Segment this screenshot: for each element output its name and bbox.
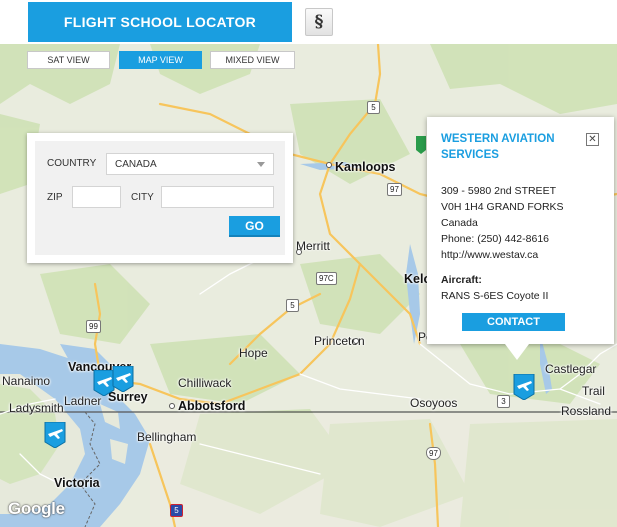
phone: Phone: (250) 442-8616 [441,233,549,245]
go-button[interactable]: GO [229,216,280,237]
search-panel: COUNTRY CANADA ZIP CITY GO [27,133,293,263]
label-ladner: Ladner [64,394,102,408]
city-dot [296,249,302,255]
label-victoria: Victoria [54,476,100,490]
search-panel-inner: COUNTRY CANADA ZIP CITY GO [35,141,285,255]
flight-school-locator-app: FLIGHT SCHOOL LOCATOR § Kamloops Merritt… [0,0,617,527]
zip-input[interactable] [72,186,121,208]
label-chilliwack: Chilliwack [178,376,232,390]
label-osoyoos: Osoyoos [410,396,458,410]
city-input[interactable] [161,186,274,208]
label-castlegar: Castlegar [545,362,597,376]
city-dot [353,338,359,344]
info-window-pointer [505,344,529,360]
highway-shield: 3 [497,395,510,408]
city-dot [169,403,175,409]
header: FLIGHT SCHOOL LOCATOR § [0,0,617,44]
aircraft-label: Aircraft: [441,274,482,286]
country-select-value: CANADA [115,158,157,170]
address-line-1: 309 - 5980 2nd STREET [441,185,556,197]
zip-label: ZIP [47,192,63,203]
app-title-button[interactable]: FLIGHT SCHOOL LOCATOR [28,2,292,42]
map-view-button[interactable]: MAP VIEW [119,51,202,69]
highway-shield: 99 [86,320,101,333]
interstate-shield: 5 [170,504,183,517]
google-logo: Google [8,499,65,518]
label-nanaimo: Nanaimo [2,374,51,388]
website-link[interactable]: http://www.westav.ca [441,249,538,261]
school-name: WESTERN AVIATION SERVICES [441,133,555,161]
highway-shield: 5 [286,299,299,312]
label-abbotsford: Abbotsford [178,399,246,413]
address-line-2: V0H 1H4 GRAND FORKS [441,201,564,213]
mixed-view-button[interactable]: MIXED VIEW [210,51,295,69]
chevron-down-icon [257,162,265,167]
label-kamloops: Kamloops [335,160,396,174]
highway-shield: 5 [367,101,380,114]
contact-button[interactable]: CONTACT [462,313,565,331]
highway-shield: 97C [316,272,337,285]
address-country: Canada [441,217,478,229]
section-menu-button[interactable]: § [305,8,333,36]
label-trail: Trail [582,384,605,398]
city-label: CITY [131,192,154,203]
highway-shield: 97 [426,447,441,460]
airplane-icon[interactable] [43,422,67,448]
sat-view-button[interactable]: SAT VIEW [27,51,110,69]
label-bellingham: Bellingham [137,430,197,444]
airplane-icon[interactable] [512,374,536,400]
country-select[interactable]: CANADA [106,153,274,175]
airplane-icon[interactable] [111,366,135,392]
label-ladysmith: Ladysmith [9,401,64,415]
close-icon[interactable]: ✕ [586,133,599,146]
aircraft-value: RANS S-6ES Coyote II [441,290,549,302]
country-label: COUNTRY [47,158,97,169]
label-hope: Hope [239,346,268,360]
label-rossland: Rossland [561,404,612,418]
info-window: WESTERN AVIATION SERVICES ✕ 309 - 5980 2… [427,117,614,344]
city-dot [326,162,332,168]
highway-shield: 97 [387,183,402,196]
